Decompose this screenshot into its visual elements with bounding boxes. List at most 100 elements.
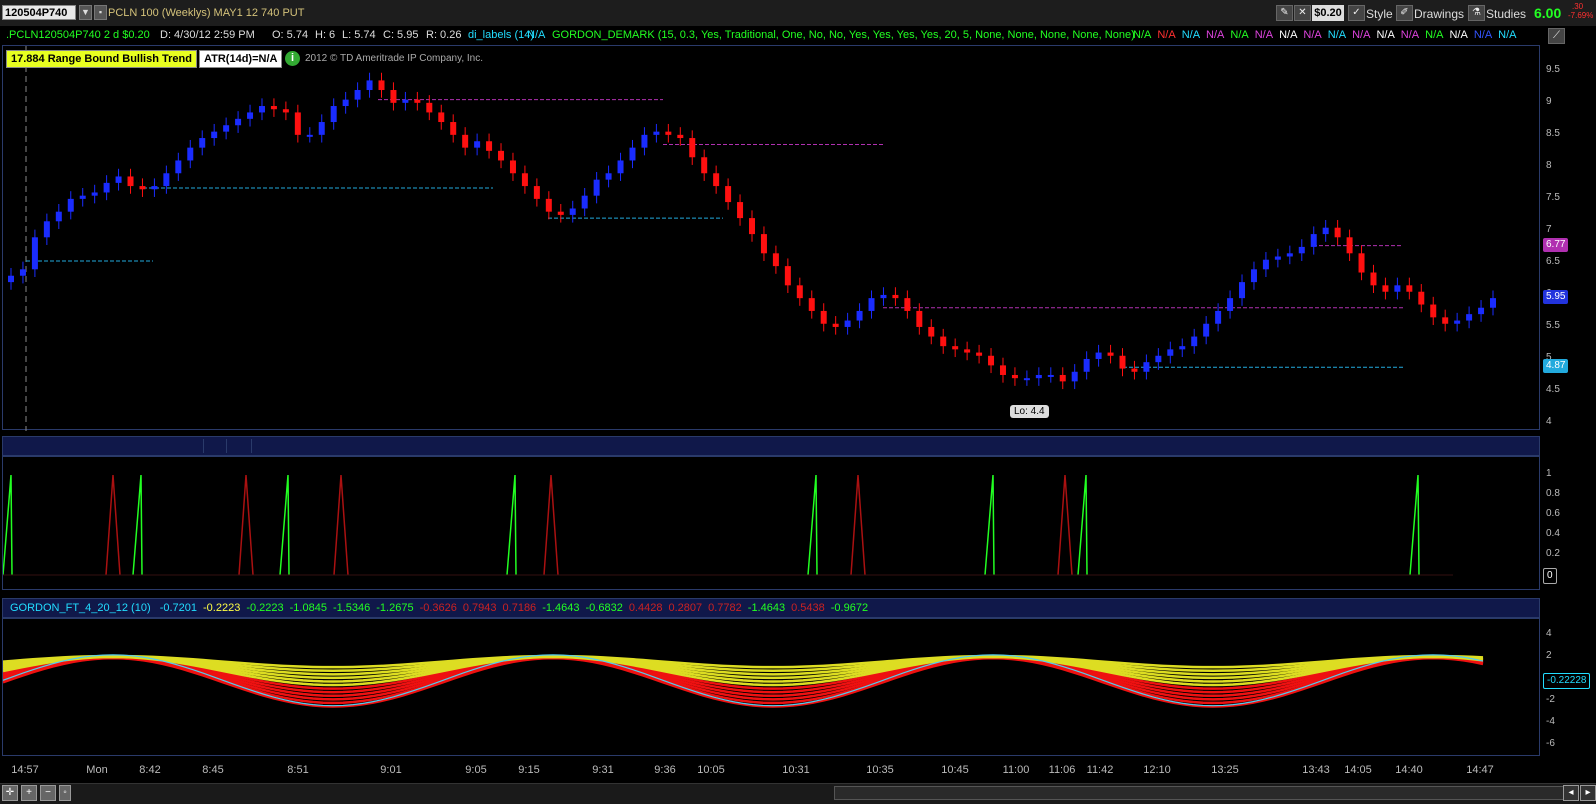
demark-value: N/A	[1181, 29, 1201, 41]
candle-body	[641, 134, 648, 148]
drawings-menu[interactable]: Drawings	[1414, 7, 1464, 21]
candle-body	[151, 186, 158, 190]
oscillator-title[interactable]: GORDON_FT_4_20_12 (10)	[10, 602, 151, 614]
signal-pane[interactable]	[2, 456, 1540, 590]
candle-body	[808, 298, 815, 311]
demark-values: N/A N/A N/A N/A N/A N/A N/A N/A N/A N/A N/A N/A N/A N…	[1130, 29, 1520, 41]
candle-body	[689, 138, 696, 158]
candle-body	[438, 112, 445, 123]
candle-body	[988, 355, 995, 366]
candle-body	[820, 310, 827, 324]
oscillator-axis: 4 2 -2 -4 -6 -0.22228	[1541, 618, 1596, 756]
candle-body	[19, 269, 26, 276]
candle-body	[1490, 298, 1496, 308]
bar-high: H: 6	[315, 29, 336, 41]
candle-body	[211, 131, 218, 139]
header-divider	[229, 439, 252, 453]
price-pane[interactable]	[2, 45, 1540, 431]
candle-body	[1203, 323, 1210, 337]
demark-value: N/A	[1157, 29, 1176, 41]
candle-body	[1250, 269, 1257, 283]
tools-icon[interactable]: ✎	[1276, 5, 1293, 21]
demark-value: N/A	[1473, 29, 1493, 41]
studies-icon[interactable]: ⚗	[1468, 5, 1485, 21]
candle-body	[665, 131, 672, 135]
signal-spike	[850, 474, 866, 576]
candle-body	[1274, 256, 1281, 260]
oscillator-tick: -4	[1546, 716, 1555, 727]
candle-body	[474, 141, 481, 148]
candle-body	[1083, 358, 1090, 372]
demark-value: N/A	[1303, 29, 1322, 41]
time-tick: 12:10	[1143, 764, 1171, 776]
studies-menu[interactable]: Studies	[1486, 7, 1526, 21]
signal-spike	[543, 474, 559, 576]
crosshair-icon[interactable]: ✕	[1294, 5, 1311, 21]
time-tick: 8:42	[139, 764, 161, 776]
time-scrollbar[interactable]	[834, 786, 1564, 800]
candle-body	[844, 320, 851, 327]
candle-body	[892, 294, 899, 299]
candle-body	[940, 336, 947, 347]
candle-body	[1418, 291, 1425, 305]
candle-body	[1310, 234, 1317, 247]
signal-spike	[279, 474, 290, 576]
candle-body	[270, 106, 277, 110]
signal-spike	[105, 474, 121, 576]
candle-body	[880, 294, 887, 299]
candle-body	[414, 99, 421, 103]
style-menu[interactable]: Style	[1366, 7, 1393, 21]
candle-body	[760, 234, 767, 254]
zoom-in-icon[interactable]: +	[21, 785, 37, 801]
candle-body	[509, 160, 516, 174]
candle-body	[318, 122, 325, 135]
candle-body	[498, 150, 505, 161]
pan-icon[interactable]: ✛	[2, 785, 18, 801]
signal-spike	[1057, 474, 1073, 576]
price-tick: 8	[1546, 159, 1552, 171]
symbol-description: PCLN 100 (Weeklys) MAY1 12 740 PUT	[108, 7, 305, 19]
signal-spike	[1077, 474, 1088, 576]
oscillator-value: 0.2807	[668, 602, 703, 614]
demark-value: N/A	[1133, 29, 1152, 41]
drawings-icon[interactable]: ✐	[1396, 5, 1413, 21]
candle-body	[725, 186, 732, 203]
time-tick: 10:45	[941, 764, 969, 776]
bar-range: R: 0.26	[426, 29, 462, 41]
bar-open: O: 5.74	[272, 29, 309, 41]
scroll-right-icon[interactable]: ▸	[1580, 785, 1596, 801]
candle-body	[378, 80, 385, 91]
candle-body	[796, 285, 803, 299]
candle-body	[199, 138, 206, 148]
candle-body	[1131, 368, 1138, 372]
demark-study[interactable]: GORDON_DEMARK (15, 0.3, Yes, Traditional…	[552, 29, 1135, 41]
chart-symbol-label: .PCLN120504P740 2 d $0.20	[6, 29, 150, 41]
signal-spike	[984, 474, 995, 576]
zoom-out-icon[interactable]: −	[40, 785, 56, 801]
zoom-reset-icon[interactable]: ◦	[59, 785, 71, 801]
oscillator-value: 0.7943	[462, 602, 497, 614]
time-tick: 14:40	[1395, 764, 1423, 776]
symbol-input[interactable]: 120504P740	[2, 5, 76, 20]
symbol-link-icon[interactable]: ▪	[94, 5, 107, 20]
candle-body	[1143, 362, 1150, 372]
di-labels-study[interactable]: di_labels (14)	[468, 29, 534, 41]
candle-body	[1107, 352, 1114, 356]
price-chip[interactable]: $0.20	[1312, 5, 1344, 21]
candle-body	[1478, 307, 1485, 315]
candle-body	[868, 298, 875, 311]
candle-body	[581, 195, 588, 209]
signal-tick: 0.2	[1546, 548, 1560, 559]
time-tick: 9:36	[654, 764, 676, 776]
candle-body	[402, 99, 409, 103]
oscillator-value: -1.0845	[289, 602, 327, 614]
symbol-dropdown-icon[interactable]: ▼	[79, 5, 92, 20]
style-icon[interactable]: ✓	[1348, 5, 1365, 21]
oscillator-value: -1.4643	[542, 602, 580, 614]
info-icon[interactable]: i	[285, 51, 300, 66]
scroll-left-icon[interactable]: ◂	[1563, 785, 1579, 801]
oscillator-pane[interactable]	[2, 618, 1540, 756]
candle-body	[247, 112, 254, 119]
chart-settings-icon[interactable]: ⟋	[1548, 28, 1565, 44]
candle-body	[593, 179, 600, 196]
